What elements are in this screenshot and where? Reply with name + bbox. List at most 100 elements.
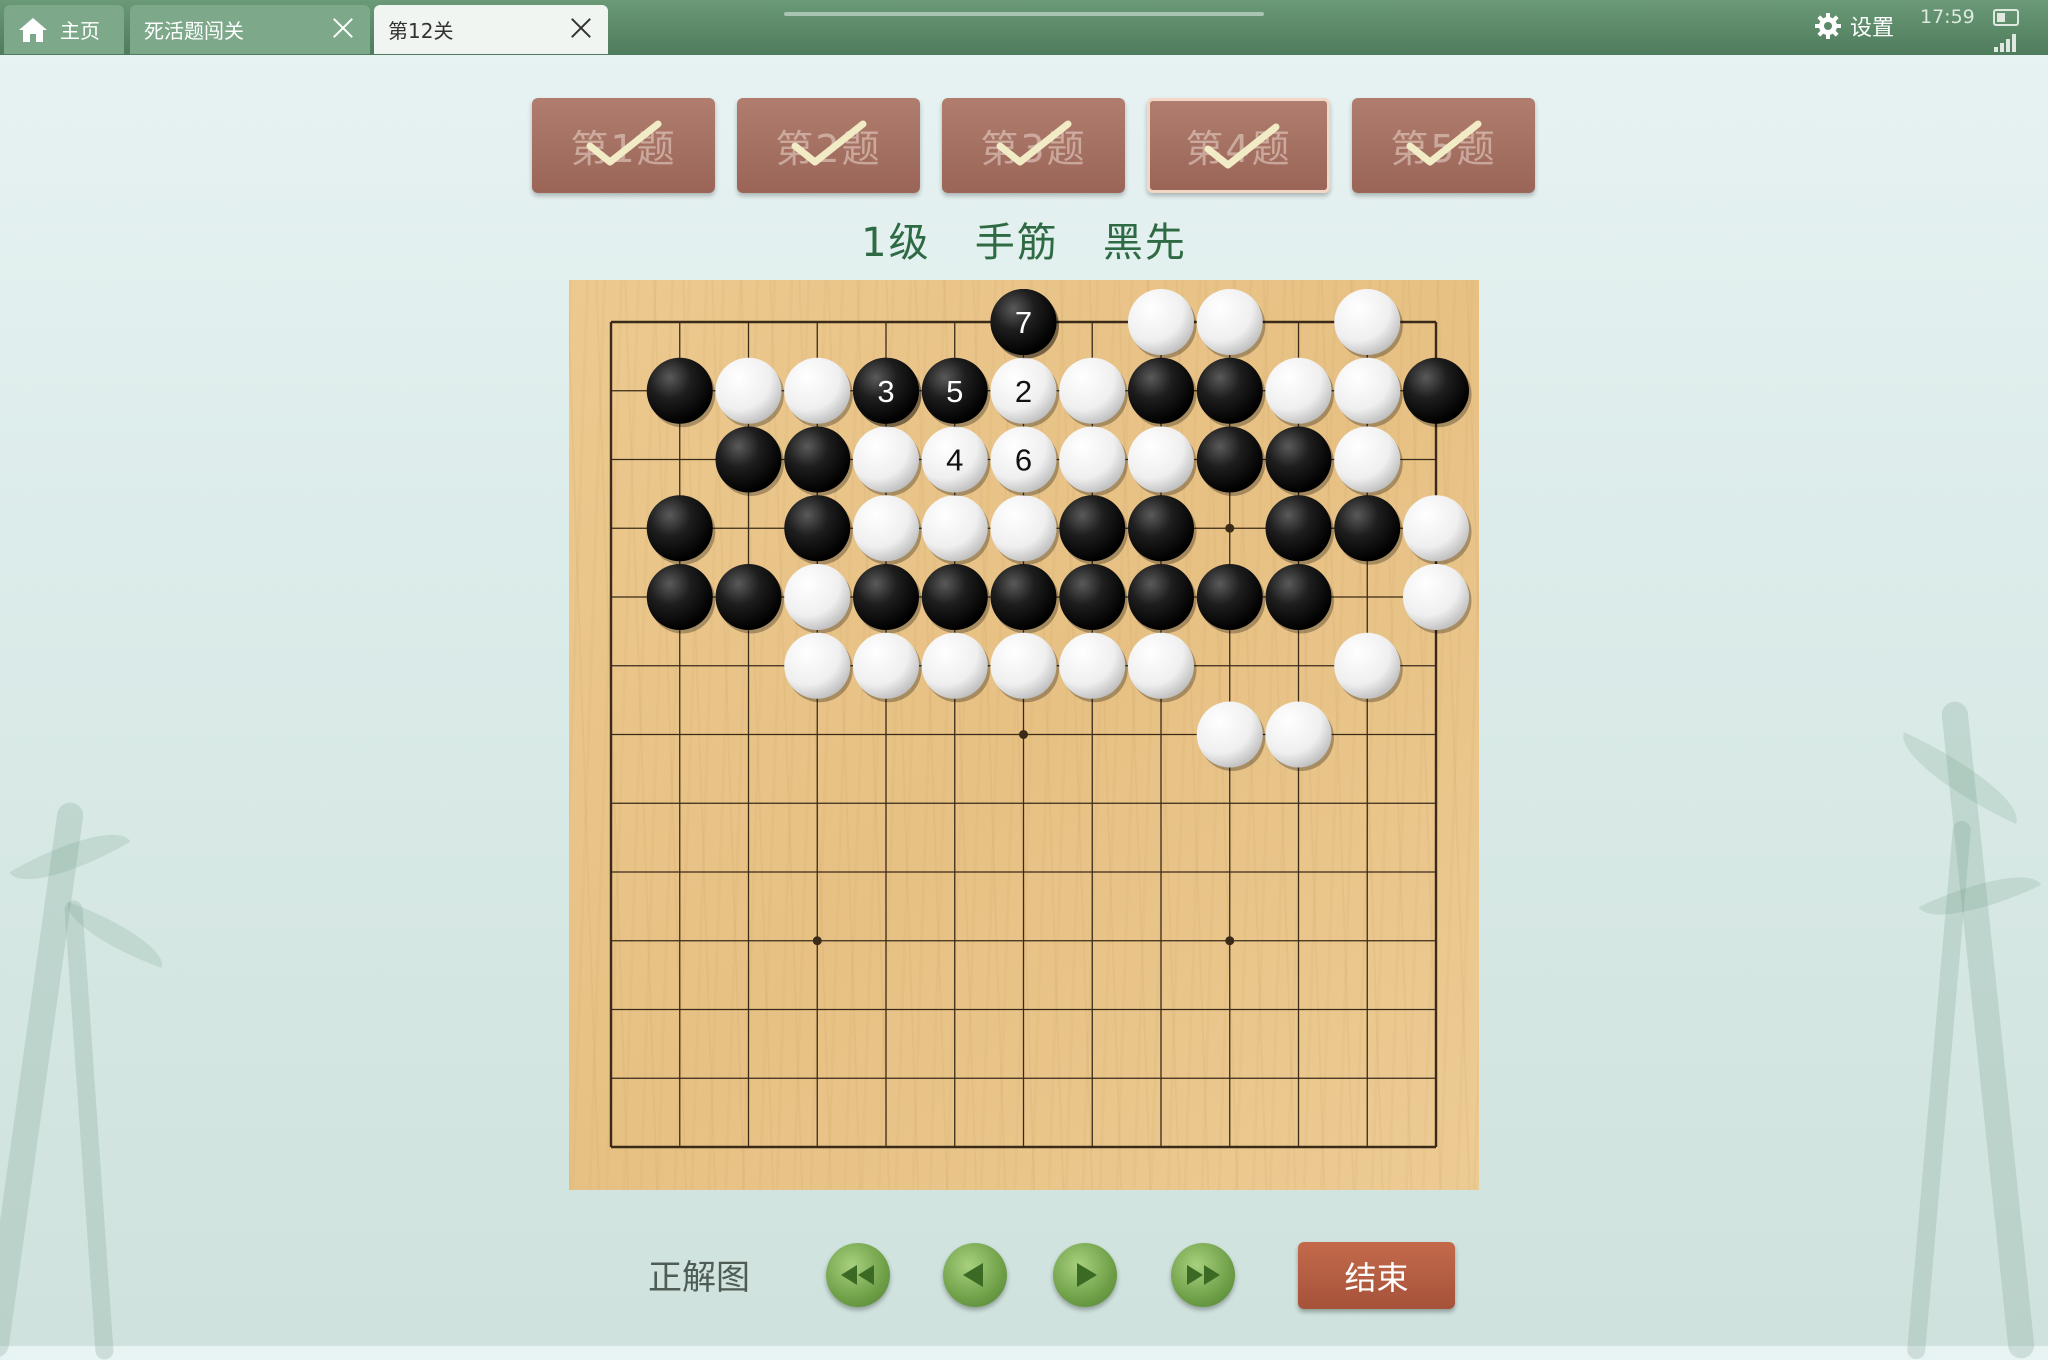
black-stone[interactable] — [1128, 495, 1197, 565]
checkmark-icon — [791, 120, 867, 166]
white-stone[interactable] — [1334, 357, 1403, 428]
tab-level-12[interactable]: 第12关 — [374, 5, 608, 54]
star-point — [1225, 936, 1235, 946]
move-number: 5 — [946, 374, 963, 409]
white-stone[interactable] — [784, 632, 853, 703]
move-number: 6 — [1015, 443, 1032, 478]
tab-life-death-challenge[interactable]: 死活题闯关 — [130, 5, 370, 54]
star-point — [1225, 523, 1235, 533]
white-stone[interactable] — [921, 632, 991, 703]
white-stone[interactable] — [784, 564, 853, 634]
settings-label: 设置 — [1850, 16, 1895, 41]
white-stone[interactable] — [921, 495, 991, 565]
title-bar: 主页 死活题闯关 第12关 设置 17:59 — [0, 0, 2048, 55]
black-stone[interactable] — [1334, 495, 1403, 565]
black-stone[interactable] — [715, 564, 785, 634]
black-stone[interactable] — [1128, 564, 1197, 634]
checkmark-icon — [996, 120, 1072, 166]
signal-icon — [1994, 34, 2022, 52]
black-stone[interactable] — [1059, 564, 1128, 634]
black-stone[interactable] — [990, 564, 1060, 634]
problem-button-1[interactable]: 第1题 — [532, 98, 715, 193]
white-stone[interactable] — [1334, 632, 1403, 703]
black-stone[interactable] — [921, 564, 991, 634]
white-stone[interactable] — [1196, 701, 1266, 772]
black-stone[interactable]: 7 — [990, 289, 1060, 359]
white-stone[interactable] — [990, 495, 1060, 565]
checkmark-icon — [1204, 123, 1280, 169]
white-stone[interactable] — [1059, 632, 1128, 703]
move-number: 2 — [1015, 374, 1032, 409]
white-stone[interactable] — [990, 632, 1060, 703]
go-board-grid[interactable]: 2 3 4 5 6 7 — [569, 280, 1479, 1190]
black-stone[interactable] — [1265, 495, 1335, 565]
black-stone[interactable] — [646, 357, 716, 428]
clock: 17:59 — [1920, 6, 1975, 28]
problem-button-4[interactable]: 第4题 — [1147, 98, 1330, 193]
white-stone[interactable] — [1334, 289, 1403, 359]
black-stone[interactable]: 5 — [921, 357, 991, 428]
close-icon[interactable] — [568, 15, 594, 41]
white-stone[interactable] — [1059, 357, 1128, 428]
white-stone[interactable] — [1403, 495, 1472, 565]
fast-forward-icon — [1187, 1265, 1220, 1285]
black-stone[interactable] — [1265, 564, 1335, 634]
black-stone[interactable] — [646, 495, 716, 565]
white-stone[interactable] — [853, 495, 922, 565]
white-stone[interactable] — [853, 426, 922, 497]
arrow-right-icon — [1077, 1263, 1097, 1287]
next-move-button[interactable] — [1053, 1243, 1117, 1307]
tab-label: 第12关 — [388, 19, 454, 43]
white-stone[interactable] — [784, 357, 853, 428]
black-stone[interactable] — [1196, 564, 1266, 634]
white-stone[interactable] — [1334, 426, 1403, 497]
black-stone[interactable] — [1196, 426, 1266, 497]
last-move-button[interactable] — [1171, 1243, 1235, 1307]
white-stone[interactable] — [1403, 564, 1472, 634]
white-stone[interactable] — [1059, 426, 1128, 497]
previous-move-button[interactable] — [943, 1243, 1007, 1307]
problem-button-2[interactable]: 第2题 — [737, 98, 920, 193]
black-stone[interactable] — [784, 426, 853, 497]
black-stone[interactable] — [1128, 357, 1197, 428]
gear-icon — [1815, 13, 1841, 39]
move-number: 7 — [1015, 305, 1032, 340]
first-move-button[interactable] — [826, 1243, 890, 1307]
black-stone[interactable] — [853, 564, 922, 634]
white-stone[interactable] — [1196, 289, 1266, 359]
white-stone[interactable] — [715, 357, 785, 428]
white-stone[interactable] — [1265, 701, 1335, 772]
drag-handle[interactable] — [784, 12, 1264, 16]
arrow-left-icon — [963, 1263, 983, 1287]
black-stone[interactable] — [1403, 357, 1472, 428]
move-number: 4 — [946, 443, 963, 478]
black-stone[interactable] — [646, 564, 716, 634]
white-stone[interactable] — [1265, 357, 1335, 428]
black-stone[interactable] — [1196, 357, 1266, 428]
black-stone[interactable] — [784, 495, 853, 565]
go-board[interactable]: 2 3 4 5 6 7 — [569, 280, 1479, 1190]
problem-title: 1级 手筋 黑先 — [861, 220, 1187, 266]
close-icon[interactable] — [330, 15, 356, 41]
problem-button-3[interactable]: 第3题 — [942, 98, 1125, 193]
black-stone[interactable] — [715, 426, 785, 497]
white-stone[interactable]: 2 — [990, 357, 1060, 428]
white-stone[interactable]: 6 — [990, 426, 1060, 497]
white-stone[interactable]: 4 — [921, 426, 991, 497]
black-stone[interactable]: 3 — [853, 357, 922, 428]
white-stone[interactable] — [1128, 426, 1197, 497]
settings-button[interactable]: 设置 — [1814, 10, 1894, 42]
battery-icon — [1993, 9, 2019, 26]
tab-home[interactable]: 主页 — [4, 5, 124, 54]
bamboo-decoration — [0, 800, 85, 1360]
end-button[interactable]: 结束 — [1298, 1242, 1455, 1309]
white-stone[interactable] — [853, 632, 922, 703]
white-stone[interactable] — [1128, 632, 1197, 703]
star-point — [812, 936, 822, 946]
black-stone[interactable] — [1059, 495, 1128, 565]
black-stone[interactable] — [1265, 426, 1335, 497]
problem-button-5[interactable]: 第5题 — [1352, 98, 1535, 193]
bamboo-decoration — [63, 899, 115, 1360]
move-number: 3 — [877, 374, 894, 409]
white-stone[interactable] — [1128, 289, 1197, 359]
